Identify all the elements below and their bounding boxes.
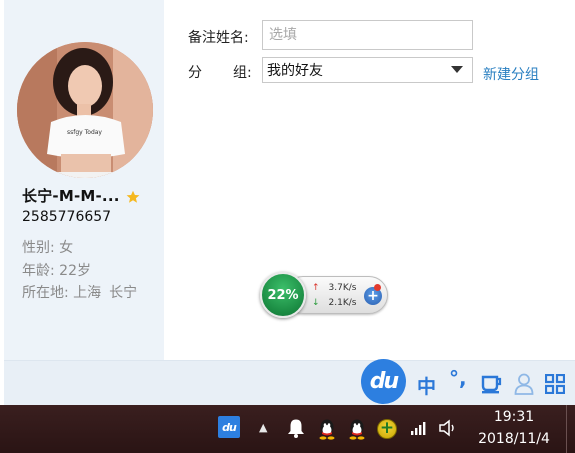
group-label-part1: 分 [188,65,202,81]
new-group-link[interactable]: 新建分组 [483,64,539,84]
download-speed: ↓ 2.1K/s [312,298,356,308]
baidu-ime-tray-icon[interactable]: du [218,416,240,438]
bell-icon[interactable] [287,418,305,438]
cup-icon[interactable] [481,374,503,398]
group-label-part2: 组: [233,65,252,81]
avatar-photo: ssfgy Today [17,42,153,178]
nickname: 长宁-M-M-... [22,187,120,205]
chevron-down-icon [451,66,463,73]
star-icon [126,189,140,203]
age-label: 年龄: [22,263,55,279]
remark-label: 备注姓名: [188,30,249,46]
age-line: 年龄: 22岁 [22,260,91,280]
remark-name-input[interactable] [262,20,473,50]
svg-text:ssfgy Today: ssfgy Today [67,129,102,136]
clock-time[interactable]: 19:31 [476,409,552,425]
ime-logo[interactable]: du [361,359,406,404]
gender-value: 女 [59,240,74,256]
clock-date[interactable]: 2018/11/4 [472,431,556,447]
avatar: ssfgy Today [17,42,153,178]
notification-dot [374,284,381,291]
group-select[interactable]: 我的好友 [262,57,473,83]
user-icon[interactable] [514,373,534,399]
show-desktop-button[interactable] [566,405,567,453]
up-arrow-icon: ↑ [312,283,320,293]
location-province: 上海 [73,285,102,301]
grid-icon[interactable] [544,373,566,398]
memory-percent: 22% [267,287,299,303]
down-arrow-icon: ↓ [312,298,320,308]
location-city: 长宁 [109,285,138,301]
network-speed-widget[interactable]: ↑ 3.7K/s ↓ 2.1K/s 22% + [260,272,388,318]
screen: ssfgy Today 长宁-M-M-... 2585776657 性别: 女 … [0,0,575,453]
location-label: 所在地: [22,285,69,301]
ime-mode-toggle[interactable]: 中 [417,372,436,399]
location-line: 所在地: 上海 长宁 [22,282,137,302]
volume-icon[interactable] [438,419,458,437]
gender-label: 性别: [22,240,55,256]
tray-app-text: du [222,420,237,434]
nickname-row: 长宁-M-M-... [22,185,140,206]
security-plus-icon[interactable]: + [377,419,397,439]
upload-speed-value: 3.7K/s [328,283,357,293]
group-select-value: 我的好友 [267,63,323,79]
upload-speed: ↑ 3.7K/s [312,283,356,293]
ime-punctuation-toggle[interactable]: °, [449,366,467,390]
download-speed-value: 2.1K/s [328,298,357,308]
qq-number: 2585776657 [22,209,112,225]
gender-line: 性别: 女 [22,237,73,257]
ime-logo-text: du [369,369,399,394]
chevron-up-icon[interactable]: ▲ [259,421,267,434]
age-value: 22岁 [59,263,91,279]
qq-penguin-icon-2[interactable] [347,418,367,440]
qq-penguin-icon[interactable] [317,418,337,440]
memory-usage-circle[interactable]: 22% [260,272,306,318]
network-signal-icon[interactable] [410,420,428,436]
security-plus-glyph: + [379,418,395,438]
